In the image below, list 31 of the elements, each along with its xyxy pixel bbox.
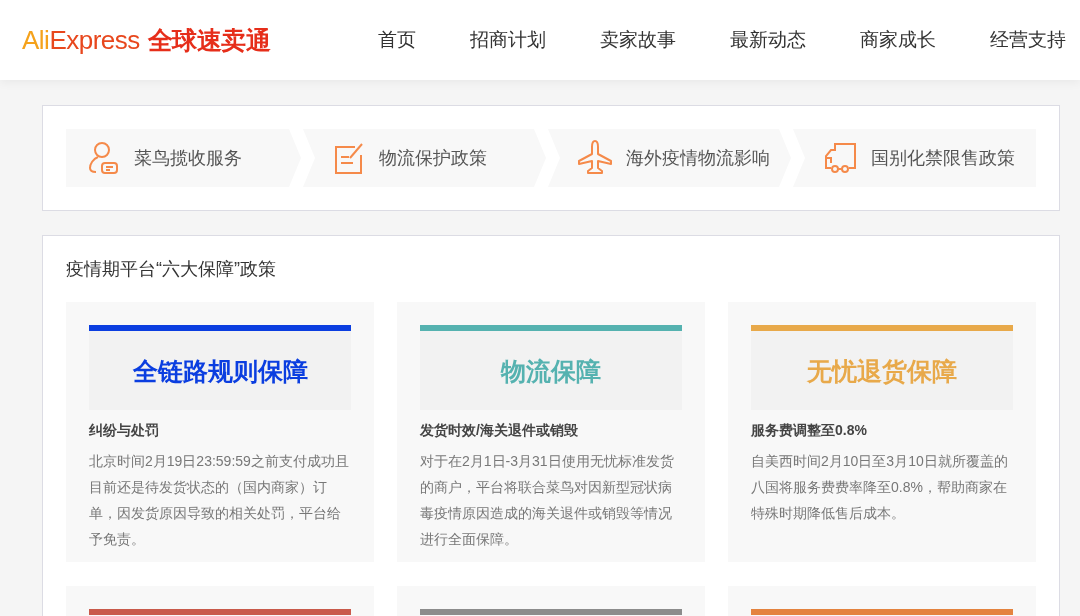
service-label: 菜鸟揽收服务 (134, 147, 242, 170)
nav-link[interactable]: 招商计划 (470, 27, 560, 53)
nav-link[interactable]: 卖家故事 (600, 27, 690, 53)
service-label: 海外疫情物流影响 (626, 147, 770, 170)
service-tab[interactable]: 国别化禁限售政策 (793, 129, 1036, 187)
nav-link[interactable]: 商家成长 (860, 27, 950, 53)
service-tab[interactable]: 菜鸟揽收服务 (66, 129, 301, 187)
document-pencil-icon (333, 141, 365, 175)
card-subtitle: 纠纷与处罚 (89, 421, 160, 440)
person-card-icon (88, 141, 120, 175)
card-description: 对于在2月1日-3月31日使用无忧标准发货的商户，平台将联合菜鸟对因新型冠状病毒疫情原因造成的海关退件或销毁等情况进行全面保障。 (420, 452, 675, 549)
nav-link[interactable]: 最新动态 (730, 27, 820, 53)
nav-link[interactable]: 首页 (378, 27, 430, 53)
service-tab[interactable]: 物流保护政策 (303, 129, 546, 187)
service-label: 国别化禁限售政策 (871, 147, 1015, 170)
airplane-icon (578, 140, 612, 176)
card-banner: 全链路规则保障 (89, 331, 351, 410)
logo-text: Express (49, 24, 140, 56)
card-subtitle: 服务费调整至0.8% (751, 421, 868, 440)
card-banner: 物流保障 (420, 331, 682, 410)
card-banner: 无忧退货保障 (751, 331, 1013, 410)
service-label: 物流保护政策 (379, 147, 487, 170)
card-description: 北京时间2月19日23:59:59之前支付成功且目前还是待发货状态的（国内商家）订单，因发货原因导致的相关处罚，平台给予免责。 (89, 452, 350, 549)
logo-text: Ali (22, 24, 50, 56)
service-tab[interactable]: 海外疫情物流影响 (548, 129, 791, 187)
section-title: 疫情期平台“六大保障”政策 (66, 258, 277, 281)
logo-text: 全球速卖通 (147, 24, 271, 56)
nav-link[interactable]: 经营支持 (990, 27, 1080, 53)
truck-icon (823, 142, 857, 174)
card-subtitle: 发货时效/海关退件或销毁 (420, 421, 579, 440)
card-description: 自美西时间2月10日至3月10日就所覆盖的八国将服务费费率降至0.8%，帮助商家在特殊时期降低售后成本。 (751, 452, 1009, 523)
